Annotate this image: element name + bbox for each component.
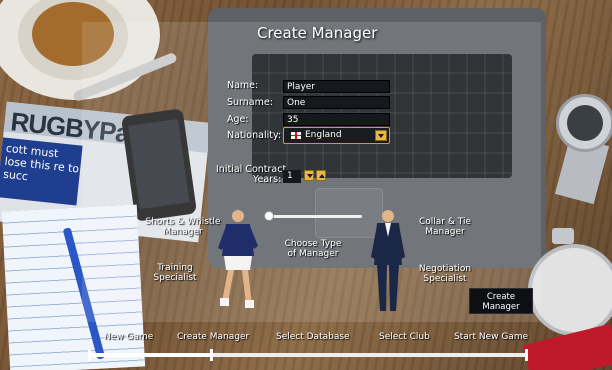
figure-right-leg	[242, 270, 252, 304]
create-button-line2: Manager	[482, 302, 520, 312]
figure-left-sock	[220, 298, 229, 306]
dropdown-arrow-button[interactable]	[375, 130, 387, 141]
choose-type-line2: of Manager	[287, 249, 339, 259]
progress-end-marker	[525, 349, 528, 361]
contract-years-value: 1	[283, 170, 301, 183]
contract-decrease-button[interactable]	[304, 170, 314, 181]
suit-manager-figure[interactable]	[368, 207, 408, 315]
figure-right-sock	[245, 300, 254, 308]
collar-tie-line1: Collar & Tie	[418, 217, 471, 227]
progress-start-marker	[88, 349, 91, 361]
newspaper-snippet: cott must lose this re to succ	[2, 141, 80, 184]
contract-label-line2: Years:	[253, 174, 282, 185]
wristwatch	[556, 94, 612, 152]
collar-tie-manager-label: Collar & Tie Manager	[410, 217, 480, 237]
figure-shorts	[224, 256, 252, 270]
training-line2: Specialist	[153, 273, 197, 283]
step-start-new-game[interactable]: Start New Game	[454, 332, 528, 342]
wizard-steps: New Game Create Manager Select Database …	[82, 322, 541, 370]
page-title: Create Manager	[257, 24, 378, 42]
create-button-line1: Create	[486, 292, 516, 302]
nationality-label: Nationality:	[227, 130, 282, 141]
step-select-club[interactable]: Select Club	[379, 332, 430, 342]
step-create-manager[interactable]: Create Manager	[177, 332, 249, 342]
choose-type-label: Choose Type of Manager	[278, 239, 348, 259]
age-label: Age:	[227, 114, 249, 125]
nationality-dropdown[interactable]: England	[283, 127, 390, 144]
create-manager-button[interactable]: Create Manager	[469, 288, 533, 314]
tracksuit-manager-figure[interactable]	[212, 206, 264, 314]
suit-figure-right-leg	[389, 265, 399, 311]
choose-type-line1: Choose Type	[284, 239, 342, 249]
age-input[interactable]: 35	[283, 113, 390, 126]
contract-increase-button[interactable]	[316, 170, 326, 181]
arrow-up-icon	[319, 174, 325, 178]
collar-tie-line2: Manager	[425, 227, 465, 237]
step-new-game[interactable]: New Game	[104, 332, 153, 342]
training-specialist-label: Training Specialist	[140, 263, 210, 283]
suit-figure-head	[382, 210, 394, 222]
suit-figure-left-leg	[377, 265, 387, 311]
progress-current-marker	[210, 349, 214, 361]
stopwatch-crown	[552, 228, 574, 244]
training-line1: Training	[157, 263, 193, 273]
manager-type-slider-handle[interactable]	[264, 211, 274, 221]
england-flag-icon	[291, 132, 301, 139]
chevron-down-icon	[378, 134, 384, 138]
surname-label: Surname:	[227, 97, 273, 108]
name-label: Name:	[227, 80, 259, 91]
figure-head	[232, 210, 244, 222]
surname-input[interactable]: One	[283, 96, 390, 109]
step-select-database[interactable]: Select Database	[276, 332, 350, 342]
negotiation-line2: Specialist	[423, 274, 467, 284]
negotiation-specialist-label: Negotiation Specialist	[410, 264, 480, 284]
name-input[interactable]: Player	[283, 80, 390, 93]
arrow-down-icon	[307, 174, 313, 178]
wizard-progress-bar	[88, 349, 528, 361]
manager-type-slider[interactable]	[268, 215, 362, 218]
nationality-value: England	[305, 130, 342, 140]
wizard-progress-fill	[88, 353, 212, 357]
figure-left-leg	[222, 270, 234, 302]
watch-face	[567, 105, 603, 141]
negotiation-line1: Negotiation	[418, 264, 472, 274]
